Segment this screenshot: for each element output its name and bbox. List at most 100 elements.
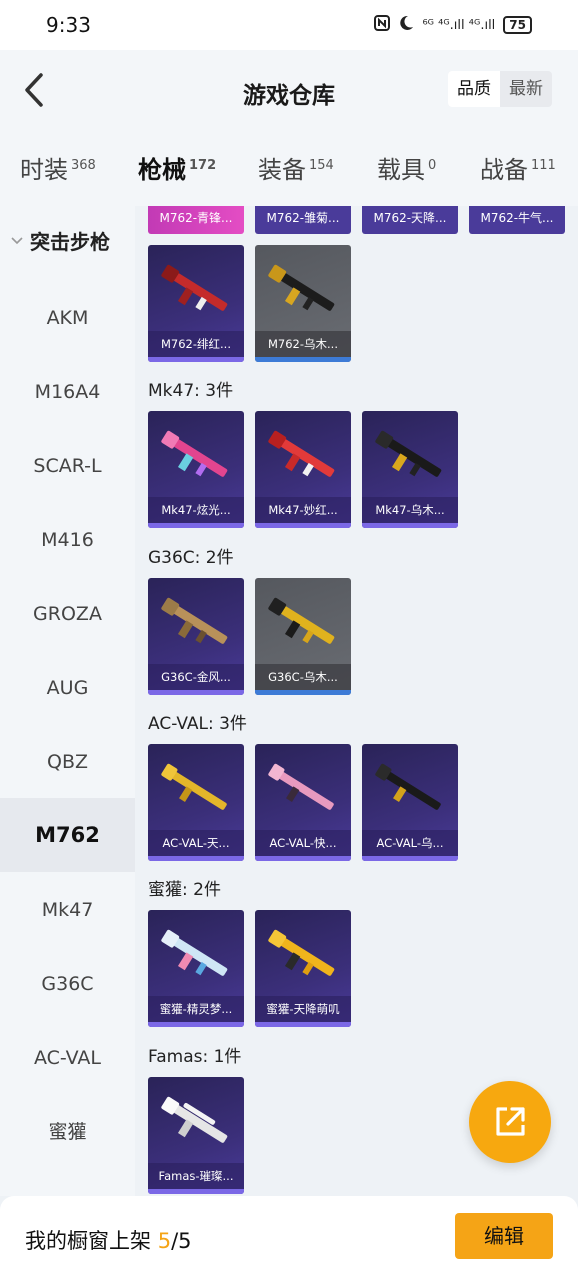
sidebar-item-ac-val[interactable]: AC-VAL [0,1022,135,1094]
rifle-icon [268,430,335,477]
app-header: 游戏仓库 品质 最新 [0,50,578,130]
rifle-icon [161,929,228,976]
showcase-status: 我的橱窗上架 5/5 [25,1225,192,1255]
weapon-card[interactable]: AC-VAL-乌... [362,744,458,861]
card-label: M762-雏菊... [266,211,340,225]
rarity-bar [255,856,351,861]
weapon-card[interactable]: AC-VAL-快... [255,744,351,861]
weapon-card[interactable]: M762-青锋... [148,206,244,234]
sidebar-item-m16a4[interactable]: M16A4 [0,356,135,428]
section-title: AC-VAL: 3件 [148,714,247,734]
card-label: M762-牛气... [480,211,554,225]
rarity-bar [148,1189,244,1194]
status-bar: 9:33 ⁶ᴳ ⁴ᴳ.ıll ⁴ᴳ.ıll 75 [0,0,578,50]
card-label: M762-乌木... [255,331,351,357]
rifle-icon [268,264,335,311]
sidebar-item-g36c[interactable]: G36C [0,948,135,1020]
tab-label: 时装 [20,156,68,184]
weapon-card[interactable]: G36C-乌木... [255,578,351,695]
sidebar-item-mk47[interactable]: Mk47 [0,874,135,946]
edit-button[interactable]: 编辑 [455,1213,553,1259]
sidebar-item-qbz[interactable]: QBZ [0,726,135,798]
showcase-total: /5 [171,1229,192,1253]
sidebar-item-honey-badger[interactable]: 蜜獾 [0,1096,135,1168]
rifle-icon [161,264,228,311]
external-link-icon [496,1107,525,1136]
card-label: M762-绯红... [148,331,244,357]
weapon-card[interactable]: 蜜獾-精灵梦... [148,910,244,1027]
rifle-icon [375,430,442,477]
rifle-icon [161,430,228,477]
tab-fashion[interactable]: 时装 368 [20,150,96,185]
rarity-bar [255,523,351,528]
network-text: ⁶ᴳ ⁴ᴳ.ıll ⁴ᴳ.ıll [422,17,496,33]
sidebar-category-assault-rifle[interactable]: 突击步枪 [10,226,110,255]
weapon-card[interactable]: M762-绯红... [148,245,244,362]
section-title: 蜜獾: 2件 [148,880,221,900]
rarity-bar [148,357,244,362]
tab-label: 装备 [258,156,306,184]
section-title: Famas: 1件 [148,1047,242,1067]
weapon-card[interactable]: Mk47-炫光... [148,411,244,528]
rifle-icon [375,763,441,810]
rarity-bar [255,357,351,362]
sort-toggle: 品质 最新 [448,71,552,107]
tab-count: 0 [428,158,437,173]
card-label: AC-VAL-天... [148,830,244,856]
card-label: AC-VAL-乌... [362,830,458,856]
tab-label: 枪械 [138,156,186,184]
sidebar-item-akm[interactable]: AKM [0,282,135,354]
section-title: G36C: 2件 [148,548,234,568]
tab-vehicles[interactable]: 载具 0 [377,150,436,185]
weapon-card[interactable]: Mk47-妙红... [255,411,351,528]
rarity-bar [148,690,244,695]
rifle-icon [161,597,228,644]
weapon-card[interactable]: M762-雏菊... [255,206,351,234]
weapon-card[interactable]: M762-乌木... [255,245,351,362]
rifle-icon [161,1096,228,1143]
weapon-card[interactable]: Mk47-乌木... [362,411,458,528]
nfc-icon [374,15,391,35]
sidebar-item-groza[interactable]: GROZA [0,578,135,650]
weapon-card[interactable]: AC-VAL-天... [148,744,244,861]
card-label: G36C-乌木... [255,664,351,690]
card-label: Mk47-妙红... [255,497,351,523]
tab-equipment[interactable]: 装备 154 [258,150,334,185]
card-label: M762-青锋... [159,211,233,225]
card-label: AC-VAL-快... [255,830,351,856]
weapon-sidebar: 突击步枪 AKM M16A4 SCAR-L M416 GROZA AUG QBZ… [0,206,135,1196]
rarity-bar [362,523,458,528]
card-label: M762-天降... [373,211,447,225]
weapon-card[interactable]: M762-牛气... [469,206,565,234]
card-label: G36C-金风... [148,664,244,690]
sort-quality-button[interactable]: 品质 [448,71,500,107]
sidebar-item-aug[interactable]: AUG [0,652,135,724]
share-fab-button[interactable] [469,1081,551,1163]
showcase-bar: 我的橱窗上架 5/5 编辑 [0,1196,578,1280]
tab-supplies[interactable]: 战备 111 [480,150,556,185]
tab-count: 111 [531,158,556,173]
category-tabs: 时装 368 枪械 172 装备 154 载具 0 战备 111 [0,130,578,213]
card-label: 蜜獾-天降萌叽 [255,996,351,1022]
tab-weapons[interactable]: 枪械 172 [138,150,216,213]
rifle-icon [268,763,334,810]
section-title: Mk47: 3件 [148,381,234,401]
rifle-icon [161,763,227,810]
tab-label: 载具 [377,156,425,184]
sidebar-item-m416[interactable]: M416 [0,504,135,576]
rifle-icon [268,929,335,976]
tab-label: 战备 [480,156,528,184]
card-label: Famas-璀璨... [148,1163,244,1189]
rifle-icon [268,597,335,644]
sort-newest-button[interactable]: 最新 [500,71,552,107]
sidebar-item-scar-l[interactable]: SCAR-L [0,430,135,502]
weapon-grid: M762-青锋... M762-雏菊... M762-天降... M762-牛气… [135,206,578,1196]
weapon-card[interactable]: 蜜獾-天降萌叽 [255,910,351,1027]
weapon-card[interactable]: M762-天降... [362,206,458,234]
weapon-card[interactable]: G36C-金风... [148,578,244,695]
moon-icon [398,15,414,35]
card-label: Mk47-乌木... [362,497,458,523]
weapon-card[interactable]: Famas-璀璨... [148,1077,244,1194]
sidebar-item-m762[interactable]: M762 [0,798,135,872]
showcase-count: 5 [157,1229,172,1253]
